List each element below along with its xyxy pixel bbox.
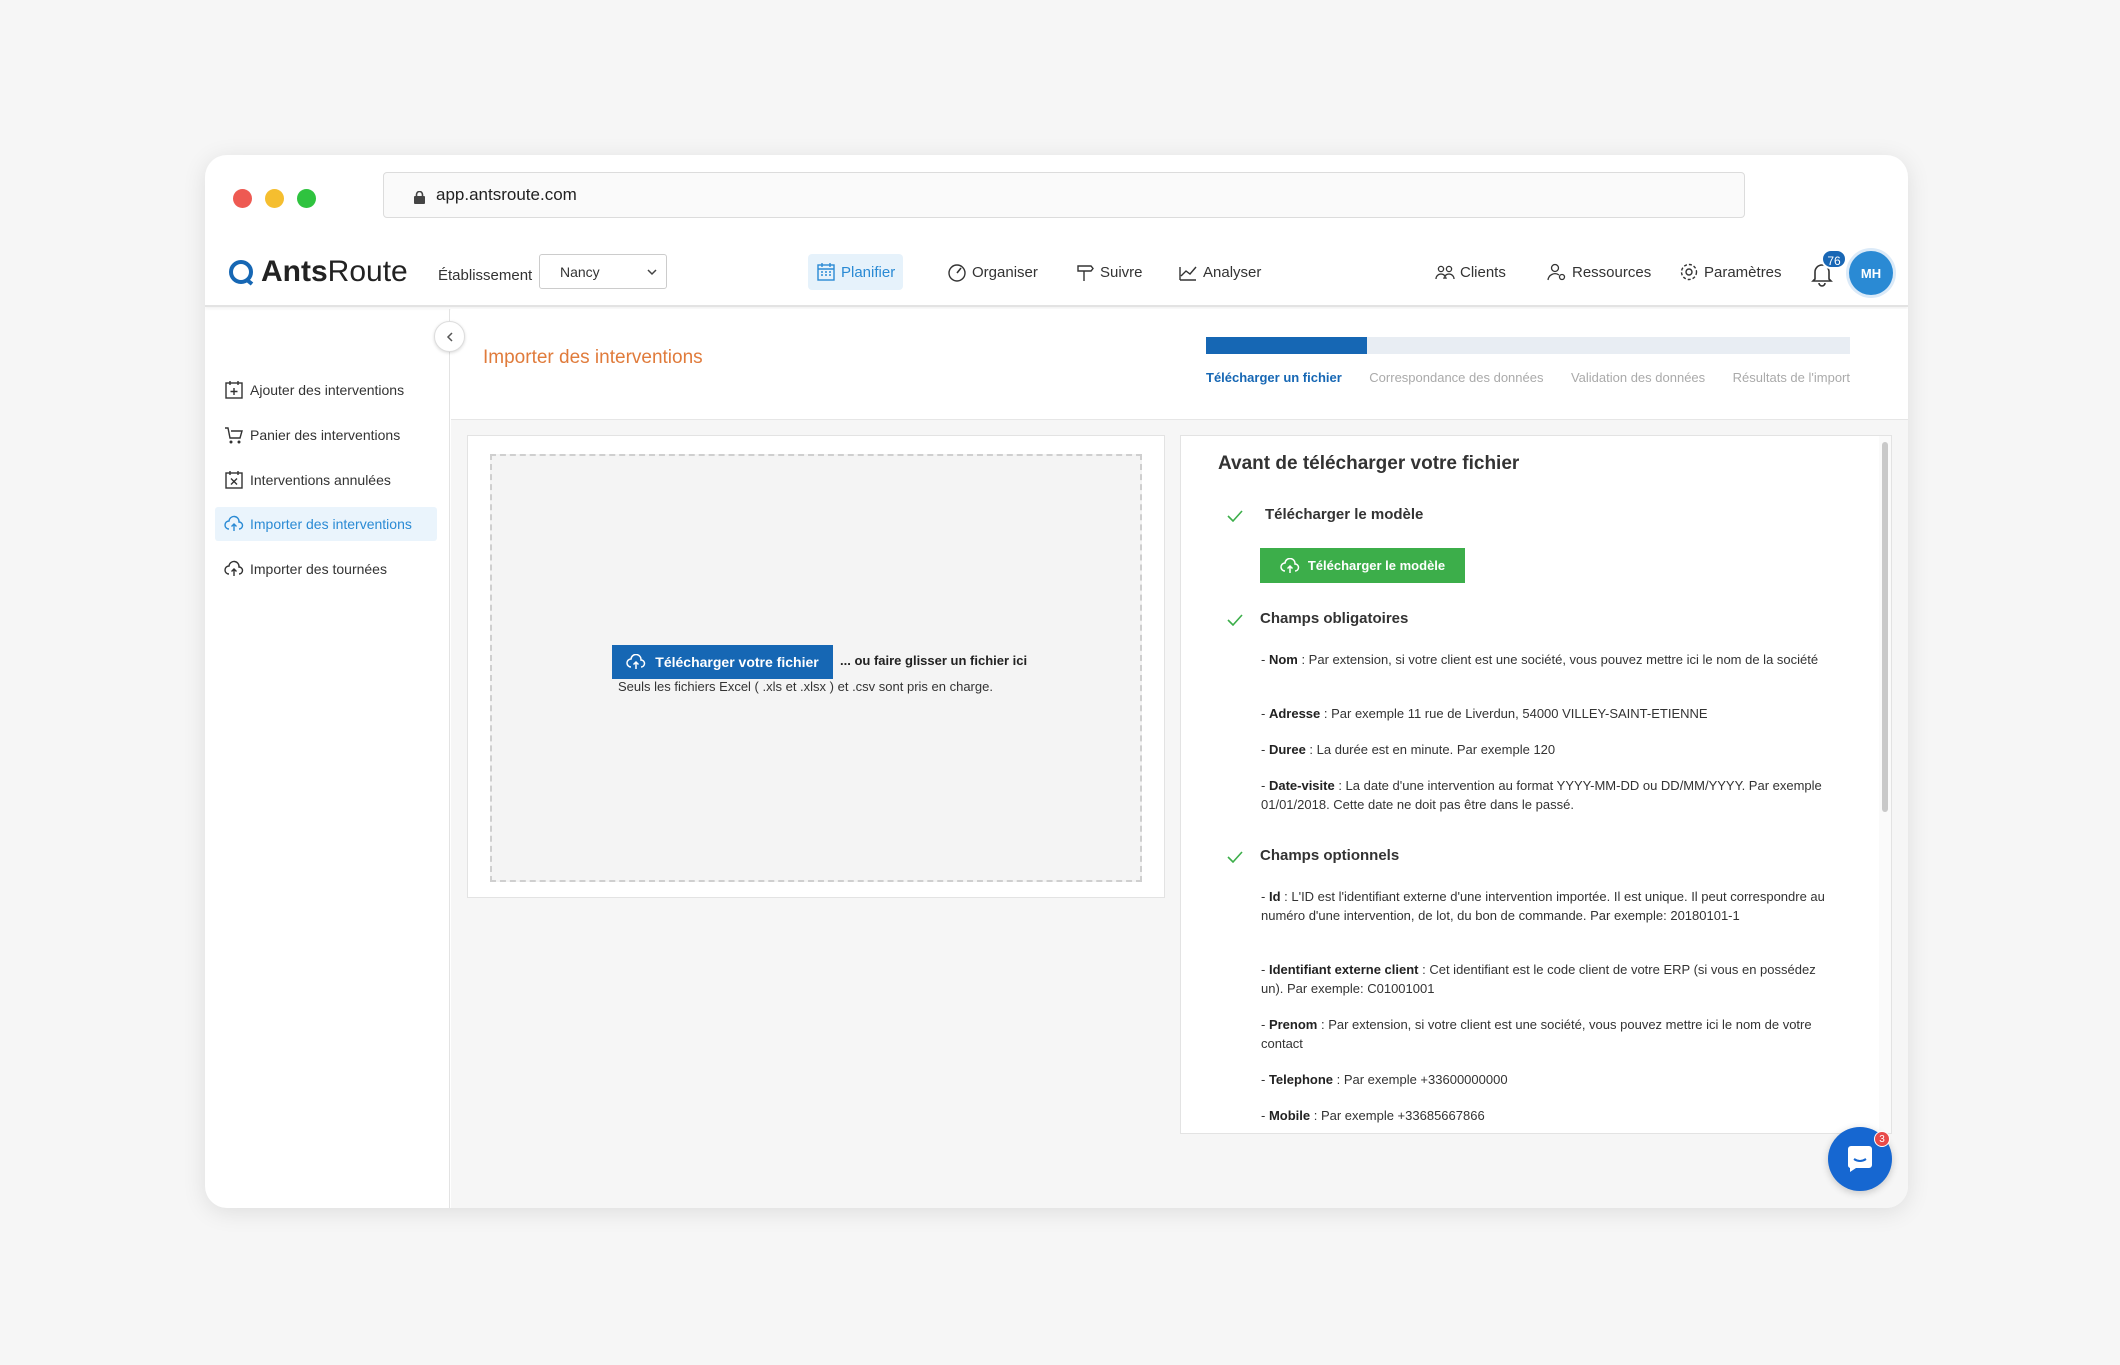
logo[interactable]: Ants Route <box>227 255 408 289</box>
sidebar-item-label: Interventions annulées <box>250 472 391 488</box>
required-field-adresse: - Adresse : Par exemple 11 rue de Liverd… <box>1261 706 1708 721</box>
instructions-scrollbar[interactable] <box>1879 436 1891 1133</box>
cloud-upload-icon <box>224 515 244 531</box>
download-model-button[interactable]: Télécharger le modèle <box>1260 548 1465 583</box>
sidebar-item-panier[interactable]: Panier des interventions <box>215 418 437 452</box>
page-header: Importer des interventions Télécharger u… <box>451 309 1908 420</box>
required-field-nom: - Nom : Par extension, si votre client e… <box>1261 652 1819 667</box>
chart-icon <box>1179 266 1197 281</box>
gauge-icon <box>948 264 966 282</box>
nav-ressources[interactable]: Ressources <box>1539 254 1659 290</box>
cloud-upload-icon <box>1280 557 1300 573</box>
minimize-dot[interactable] <box>265 189 284 208</box>
instructions-title: Avant de télécharger votre fichier <box>1218 453 1520 474</box>
nav-parametres-label: Paramètres <box>1704 263 1782 281</box>
gear-icon <box>1680 263 1698 281</box>
sidebar-item-label: Importer des tournées <box>250 561 387 577</box>
address-bar[interactable]: app.antsroute.com <box>383 172 1745 218</box>
url-text: app.antsroute.com <box>436 185 577 204</box>
check-icon <box>1227 851 1243 863</box>
progress-fill <box>1206 337 1367 354</box>
chat-bubble-icon <box>1847 1146 1872 1172</box>
file-dropzone[interactable]: Télécharger votre fichier ... ou faire g… <box>490 454 1142 882</box>
section-optional-title: Champs optionnels <box>1260 847 1400 864</box>
nav-organiser[interactable]: Organiser <box>939 254 1046 290</box>
sidebar-item-importer-interventions[interactable]: Importer des interventions <box>215 507 437 541</box>
close-dot[interactable] <box>233 189 252 208</box>
calendar-icon <box>817 263 835 281</box>
upload-file-button[interactable]: Télécharger votre fichier <box>612 645 833 679</box>
sidebar-item-label: Ajouter des interventions <box>250 382 405 398</box>
establishment-select[interactable]: Nancy <box>539 254 667 289</box>
nav-clients-label: Clients <box>1460 263 1506 281</box>
lock-icon <box>414 190 425 204</box>
step-mapping: Correspondance des données <box>1369 370 1544 385</box>
chevron-left-icon <box>446 331 453 342</box>
optional-field-id: - Id : L'ID est l'identifiant externe d'… <box>1261 889 1825 923</box>
notification-badge: 76 <box>1821 249 1847 269</box>
nav-analyser[interactable]: Analyser <box>1170 254 1269 290</box>
required-field-duree: - Duree : La durée est en minute. Par ex… <box>1261 742 1556 757</box>
nav-parametres[interactable]: Paramètres <box>1671 254 1790 290</box>
nav-planifier-label: Planifier <box>841 263 896 281</box>
import-progress-bar <box>1206 337 1850 354</box>
check-icon <box>1227 510 1243 522</box>
instructions-card: Avant de télécharger votre fichier Téléc… <box>1180 435 1892 1134</box>
sidebar-item-annulees[interactable]: Interventions annulées <box>215 463 437 497</box>
nav-ressources-label: Ressources <box>1572 263 1652 281</box>
main-content: Importer des interventions Télécharger u… <box>451 309 1908 1208</box>
signpost-icon <box>1077 265 1094 281</box>
nav-analyser-label: Analyser <box>1203 263 1262 281</box>
nav-suivre-label: Suivre <box>1100 263 1143 281</box>
sidebar: Ajouter des interventions Panier des int… <box>205 309 450 1208</box>
collapse-sidebar-button[interactable] <box>434 321 465 352</box>
sidebar-item-label: Importer des interventions <box>250 516 412 532</box>
optional-field-identifiant-externe: - Identifiant externe client : Cet ident… <box>1261 962 1816 996</box>
cloud-upload-icon <box>224 560 244 576</box>
step-upload: Télécharger un fichier <box>1206 370 1342 385</box>
optional-field-prenom: - Prenom : Par extension, si votre clien… <box>1261 1017 1812 1051</box>
required-field-date-visite: - Date-visite : La date d'une interventi… <box>1261 778 1822 812</box>
nav-clients[interactable]: Clients <box>1427 254 1514 290</box>
maximize-dot[interactable] <box>297 189 316 208</box>
avatar[interactable]: MH <box>1849 251 1893 295</box>
window-controls <box>233 189 316 208</box>
calendar-plus-icon <box>225 381 243 399</box>
optional-field-mobile: - Mobile : Par exemple +33685667866 <box>1261 1108 1485 1123</box>
logo-bold-text: Ants <box>261 255 328 288</box>
sidebar-item-label: Panier des interventions <box>250 427 401 443</box>
establishment-value: Nancy <box>560 264 600 280</box>
users-icon <box>1435 265 1455 280</box>
section-required-title: Champs obligatoires <box>1260 610 1409 627</box>
calendar-x-icon <box>225 471 243 489</box>
download-model-label: Télécharger le modèle <box>1307 558 1446 573</box>
supported-formats-note: Seuls les fichiers Excel ( .xls et .xlsx… <box>618 679 993 694</box>
scroll-thumb[interactable] <box>1882 442 1888 812</box>
browser-window: app.antsroute.com Ants Route Établissemen… <box>205 155 1908 1208</box>
page-title: Importer des interventions <box>483 347 703 368</box>
sidebar-item-ajouter[interactable]: Ajouter des interventions <box>215 373 437 407</box>
nav-planifier[interactable]: Planifier <box>808 254 904 290</box>
drag-hint: ... ou faire glisser un fichier ici <box>840 653 1028 668</box>
user-gear-icon <box>1547 263 1566 281</box>
app-navbar: Ants Route Établissement Nancy Planifier … <box>205 241 1908 307</box>
chevron-down-icon <box>647 269 657 276</box>
sidebar-item-importer-tournees[interactable]: Importer des tournées <box>215 552 437 586</box>
logo-mark-icon <box>229 260 254 286</box>
chat-badge: 3 <box>1874 1131 1890 1147</box>
cart-icon <box>225 427 243 444</box>
cloud-upload-icon <box>626 654 646 669</box>
check-icon <box>1227 614 1243 626</box>
nav-organiser-label: Organiser <box>972 263 1038 281</box>
import-steps: Télécharger un fichier Correspondance de… <box>1206 370 1850 385</box>
upload-card: Télécharger votre fichier ... ou faire g… <box>467 435 1165 898</box>
logo-rest-text: Route <box>327 255 408 288</box>
step-validation: Validation des données <box>1570 370 1706 385</box>
section-model-title: Télécharger le modèle <box>1265 506 1424 523</box>
upload-file-label: Télécharger votre fichier <box>655 654 819 670</box>
establishment-label: Établissement <box>438 267 533 284</box>
optional-field-telephone: - Telephone : Par exemple +33600000000 <box>1261 1072 1508 1087</box>
step-results: Résultats de l'import <box>1732 370 1850 385</box>
nav-suivre[interactable]: Suivre <box>1067 254 1151 290</box>
